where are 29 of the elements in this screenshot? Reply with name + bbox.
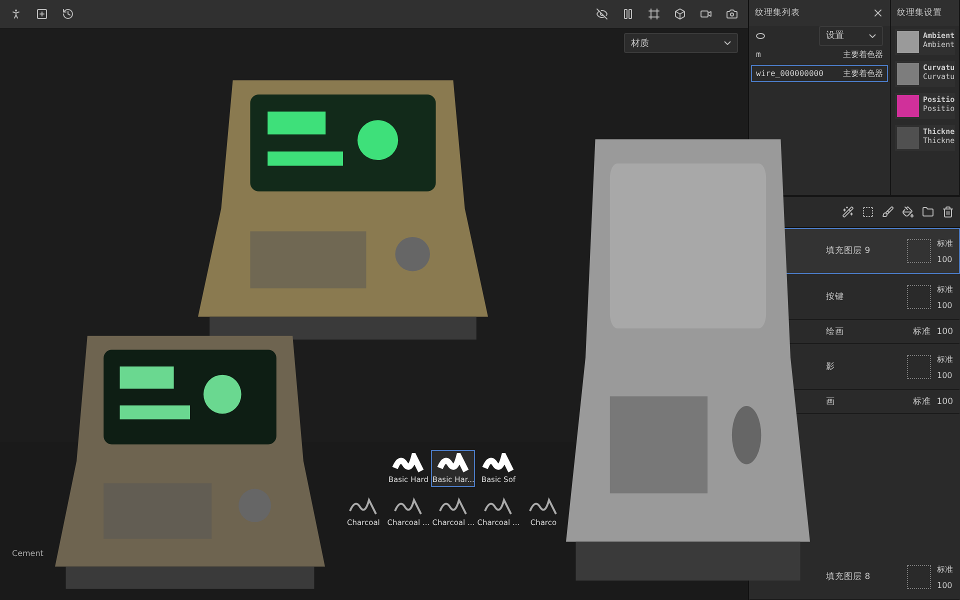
- layer-name: 影: [826, 361, 835, 373]
- blend-mode-dropdown[interactable]: 标准: [912, 396, 931, 408]
- shader-label: 主要着色器: [843, 49, 883, 60]
- layer-name: 画: [826, 396, 835, 408]
- blend-mode-dropdown[interactable]: 标准: [937, 564, 953, 575]
- opacity-dropdown[interactable]: 100: [936, 397, 953, 407]
- blend-mode-dropdown[interactable]: 标准: [937, 354, 953, 365]
- blend-mode-dropdown[interactable]: 标准: [912, 326, 931, 338]
- texture-set-name: wire_000000000: [756, 69, 824, 78]
- texture-set-row[interactable]: m 主要着色器: [751, 46, 888, 63]
- layer-name: 填充图层 8: [826, 571, 870, 583]
- blend-mode-dropdown[interactable]: 标准: [937, 238, 953, 249]
- panel-title: 纹理集设置: [897, 7, 942, 19]
- opacity-dropdown[interactable]: 100: [937, 371, 953, 380]
- opacity-dropdown[interactable]: 100: [937, 581, 953, 590]
- layer-name: 填充图层 9: [826, 245, 870, 257]
- opacity-dropdown[interactable]: 100: [937, 301, 953, 310]
- material-dropdown[interactable]: 材质: [624, 33, 738, 53]
- settings-dropdown[interactable]: 设置: [819, 26, 883, 46]
- texture-set-name: m: [756, 50, 761, 59]
- texture-set-row[interactable]: wire_000000000 主要着色器: [751, 65, 888, 82]
- layer-name: 按键: [826, 291, 844, 303]
- opacity-dropdown[interactable]: 100: [936, 327, 953, 337]
- blend-mode-dropdown[interactable]: 标准: [937, 284, 953, 295]
- layer-name: 绘画: [826, 326, 844, 338]
- panel-title: 纹理集列表: [755, 7, 800, 19]
- opacity-dropdown[interactable]: 100: [937, 255, 953, 264]
- shader-label: 主要着色器: [843, 68, 883, 79]
- brush-label: Cement: [12, 549, 44, 558]
